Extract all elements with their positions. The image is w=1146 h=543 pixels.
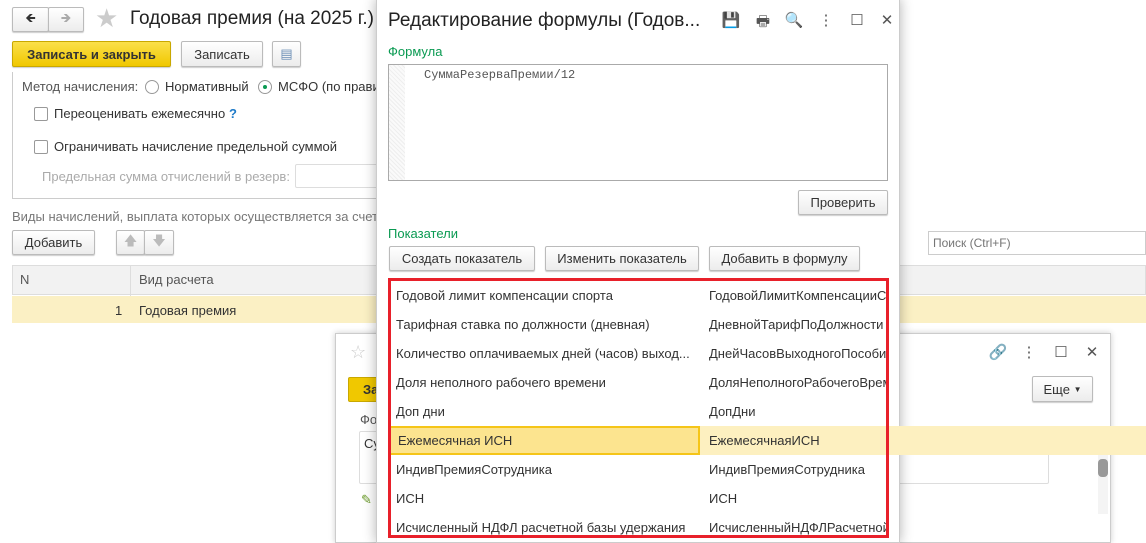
move-down-button[interactable]: 🡇 bbox=[144, 230, 174, 255]
formula-editor[interactable]: СуммаРезерваПремии/12 bbox=[388, 64, 888, 181]
revalue-label: Переоценивать ежемесячно bbox=[54, 106, 226, 121]
limit-label: Ограничивать начисление предельной суммо… bbox=[54, 139, 338, 154]
limit-sum-input[interactable] bbox=[295, 164, 385, 188]
save-close-button[interactable]: Записать и закрыть bbox=[12, 41, 171, 67]
formula-text: СуммаРезерваПремии/12 bbox=[424, 68, 576, 82]
close-icon[interactable]: ✕ bbox=[877, 11, 897, 29]
list-clip bbox=[888, 278, 1146, 426]
search-input[interactable] bbox=[928, 231, 1146, 255]
radio-msfo[interactable] bbox=[258, 80, 272, 94]
row-kind: Годовая премия bbox=[139, 303, 237, 318]
back-button[interactable]: 🡸 bbox=[12, 7, 49, 32]
help-icon[interactable]: ? bbox=[229, 106, 237, 121]
move-up-button[interactable]: 🡅 bbox=[116, 230, 145, 255]
limit-checkbox[interactable] bbox=[34, 140, 48, 154]
change-indicator-button[interactable]: Изменить показатель bbox=[545, 246, 699, 271]
indicators-label: Показатели bbox=[388, 226, 458, 241]
page-title: Годовая премия (на 2025 г.) bbox=[130, 8, 374, 29]
more-icon[interactable]: ⋮ bbox=[816, 11, 836, 29]
save-button[interactable]: Записать bbox=[181, 41, 263, 67]
row-number: 1 bbox=[115, 303, 123, 318]
radio-normative-label: Нормативный bbox=[165, 79, 249, 94]
column-n[interactable]: N bbox=[20, 272, 29, 287]
formula-label: Формула bbox=[388, 44, 443, 59]
favorite-star-icon[interactable]: ★ bbox=[95, 3, 118, 34]
preview-icon[interactable]: 🔍 bbox=[784, 11, 804, 29]
save-icon[interactable]: 💾 bbox=[721, 11, 741, 29]
forward-button[interactable]: 🡺 bbox=[48, 7, 84, 32]
pencil-icon[interactable]: ✎ bbox=[361, 492, 372, 508]
list-icon[interactable]: ▤ bbox=[272, 41, 301, 67]
highlight-frame bbox=[388, 278, 889, 538]
dialog-title: Редактирование формулы (Годов... bbox=[388, 10, 701, 31]
add-to-formula-button[interactable]: Добавить в формулу bbox=[709, 246, 860, 271]
add-button[interactable]: Добавить bbox=[12, 230, 95, 255]
radio-msfo-label: МСФО (по прави bbox=[278, 79, 380, 94]
editor-gutter bbox=[389, 65, 405, 180]
favorite-star-icon[interactable]: ☆ bbox=[350, 342, 366, 363]
check-button[interactable]: Проверить bbox=[798, 190, 888, 215]
kinds-label: Виды начислений, выплата которых осущест… bbox=[12, 209, 378, 224]
column-kind[interactable]: Вид расчета bbox=[139, 272, 214, 287]
limit-sum-label: Предельная сумма отчислений в резерв: bbox=[42, 169, 290, 184]
revalue-checkbox[interactable] bbox=[34, 107, 48, 121]
create-indicator-button[interactable]: Создать показатель bbox=[389, 246, 535, 271]
maximize-icon[interactable]: ☐ bbox=[847, 11, 867, 29]
field-label: Фо bbox=[360, 412, 378, 427]
radio-normative[interactable] bbox=[145, 80, 159, 94]
print-icon[interactable]: 🖶 bbox=[753, 11, 773, 36]
method-label: Метод начисления: bbox=[22, 79, 139, 94]
